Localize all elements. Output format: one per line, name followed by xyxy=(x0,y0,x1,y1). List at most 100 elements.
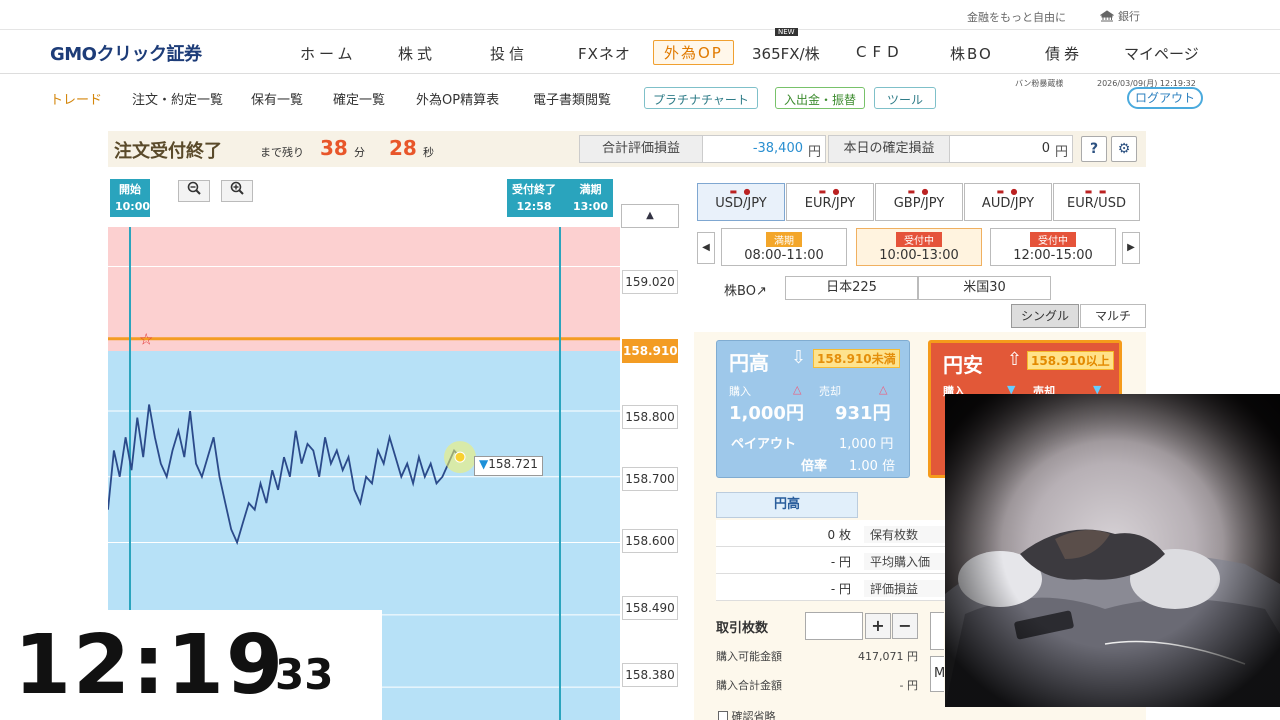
bank-link[interactable]: 銀行 xyxy=(1100,8,1140,24)
subnav-holdings[interactable]: 保有一覧 xyxy=(251,89,303,108)
pair-gbpjpy[interactable]: ▬ ● GBP/JPY xyxy=(875,183,963,221)
webcam-overlay xyxy=(945,394,1280,707)
bank-label: 銀行 xyxy=(1118,10,1140,23)
position-value: 0 枚 xyxy=(827,528,851,542)
position-row: - 円 平均購入価 xyxy=(716,547,954,574)
start-label: 開始 xyxy=(119,183,141,196)
tools-button[interactable]: ツール xyxy=(874,87,937,109)
deposit-transfer-button[interactable]: 入出金・振替 xyxy=(775,87,866,109)
position-header: 円高 xyxy=(716,492,858,518)
slot-1200[interactable]: 受付中 12:00-15:00 xyxy=(990,228,1116,266)
today-pl-label: 本日の確定損益 xyxy=(828,135,950,163)
nav-funds[interactable]: 投信 xyxy=(490,43,528,64)
minutes-unit: 分 xyxy=(354,146,365,159)
pair-usdjpy[interactable]: ▬ ● USD/JPY xyxy=(697,183,785,221)
tagline-link[interactable]: 金融をもっと自由に xyxy=(967,9,1066,25)
nav-365fx[interactable]: 365FX/株 xyxy=(752,43,820,64)
yen-high-card[interactable]: 円高 ⇩ 158.910未満 購入 △ 売却 △ 1,000円 931円 ペイア… xyxy=(716,340,910,478)
zoom-out-icon xyxy=(187,181,201,195)
subnav-documents[interactable]: 電子書類閲覧 xyxy=(533,89,611,108)
nav-home[interactable]: ホーム xyxy=(300,43,357,64)
position-label: 保有枚数 xyxy=(864,526,954,543)
price-tick: 158.700 xyxy=(622,467,678,491)
prev-slot-button[interactable]: ◀ xyxy=(697,232,715,264)
single-mode-button[interactable]: シングル xyxy=(1011,304,1079,328)
quantity-minus-button[interactable]: − xyxy=(892,613,918,639)
order-button-edge[interactable]: M xyxy=(930,656,945,692)
pair-audjpy[interactable]: ▬ ● AUD/JPY xyxy=(964,183,1052,221)
external-link-icon: ↗ xyxy=(755,284,767,299)
flags-icon: ▬ ● xyxy=(729,187,753,196)
stock-bo-link[interactable]: 株BO↗ xyxy=(724,280,767,299)
total-pl-label: 合計評価損益 xyxy=(579,135,703,163)
slot-0800[interactable]: 満期 08:00-11:00 xyxy=(721,228,847,266)
nav-stock-bo[interactable]: 株BO xyxy=(950,43,993,64)
available-amount-row: 購入可能金額 417,071 円 xyxy=(716,648,918,664)
order-status: 注文受付終了 xyxy=(114,141,222,162)
buy-label: 購入 xyxy=(729,385,751,398)
zoom-in-icon xyxy=(230,181,244,195)
pair-eurusd[interactable]: ▬ ▬ EUR/USD xyxy=(1053,183,1140,221)
close-time-tag: 受付終了 12:58 満期 13:00 xyxy=(507,179,613,217)
down-arrow-icon: ⇩ xyxy=(791,347,807,368)
multi-mode-button[interactable]: マルチ xyxy=(1080,304,1146,328)
us30-button[interactable]: 米国30 xyxy=(918,276,1051,300)
subnav-statement[interactable]: 外為OP精算表 xyxy=(416,89,499,108)
nav-fxneo[interactable]: FXネオ xyxy=(578,43,631,64)
start-time: 10:00 xyxy=(115,200,151,213)
strike-price-tick: 158.910 xyxy=(622,339,678,363)
utility-bar: 金融をもっと自由に 銀行 xyxy=(0,0,1280,30)
nikkei225-button[interactable]: 日本225 xyxy=(785,276,918,300)
skip-confirm-label: 確認省略 xyxy=(731,710,776,720)
skip-confirm-checkbox[interactable]: 確認省略 xyxy=(718,708,776,720)
pair-label: USD/JPY xyxy=(715,196,767,211)
up-arrow-icon: ⇧ xyxy=(1007,349,1023,370)
clock-seconds: 33 xyxy=(275,650,334,699)
flags-icon: ▬ ● xyxy=(996,187,1020,196)
pair-label: EUR/USD xyxy=(1067,196,1126,211)
stock-bo-label: 株BO xyxy=(724,284,756,299)
order-button-edge[interactable] xyxy=(930,612,944,650)
slot-time: 10:00-13:00 xyxy=(879,248,959,263)
zoom-in-button[interactable] xyxy=(221,180,253,202)
payout-unit: 円 xyxy=(880,437,894,452)
rate-label: 倍率 xyxy=(801,459,828,474)
nav-fx-option[interactable]: 外為OP xyxy=(653,40,734,65)
scroll-up-button[interactable]: ▲ xyxy=(621,204,679,228)
subnav-orders[interactable]: 注文・約定一覧 xyxy=(132,89,223,108)
total-amount-row: 購入合計金額 - 円 xyxy=(716,677,918,693)
nav-bonds[interactable]: 債券 xyxy=(1045,43,1083,64)
gear-icon[interactable]: ⚙ xyxy=(1111,136,1137,162)
price-tick: 159.020 xyxy=(622,270,678,294)
payout-value: 1,000 円 xyxy=(839,433,893,452)
checkbox-box[interactable] xyxy=(718,711,728,720)
slot-1000[interactable]: 受付中 10:00-13:00 xyxy=(856,228,982,266)
rate-unit: 倍 xyxy=(882,459,896,474)
help-icon[interactable]: ? xyxy=(1081,136,1107,162)
nav-mypage[interactable]: マイページ xyxy=(1124,43,1199,64)
quantity-plus-button[interactable]: + xyxy=(865,613,891,639)
next-slot-button[interactable]: ▶ xyxy=(1122,232,1140,264)
user-name: バン粉暴蔵様 xyxy=(1015,79,1064,88)
pair-eurjpy[interactable]: ▬ ● EUR/JPY xyxy=(786,183,874,221)
sell-price[interactable]: 931円 xyxy=(835,399,891,425)
today-pl-unit: 円 xyxy=(1054,145,1068,160)
logout-button[interactable]: ログアウト xyxy=(1127,87,1203,109)
card-condition: 158.910以上 xyxy=(1027,351,1114,370)
buy-price[interactable]: 1,000円 xyxy=(729,399,804,425)
zoom-out-button[interactable] xyxy=(178,180,210,202)
nav-stocks[interactable]: 株式 xyxy=(398,43,436,64)
slot-status: 満期 xyxy=(766,232,802,247)
clock-hours-minutes: 12:19 xyxy=(14,618,286,713)
logo[interactable]: GMOクリック証券 xyxy=(50,40,202,66)
subnav-settled[interactable]: 確定一覧 xyxy=(333,89,385,108)
total-pl-box: -38,400 円 xyxy=(702,135,826,163)
quantity-input[interactable] xyxy=(805,612,863,640)
nav-cfd[interactable]: CFD xyxy=(856,43,905,61)
expiry-label: 満期 xyxy=(579,183,602,196)
platinum-chart-button[interactable]: プラチナチャート xyxy=(644,87,758,109)
subnav-trade[interactable]: トレード xyxy=(50,89,102,108)
sub-nav: トレード 注文・約定一覧 保有一覧 確定一覧 外為OP精算表 電子書類閲覧 プラ… xyxy=(0,75,1280,120)
total-pl-unit: 円 xyxy=(807,145,821,160)
position-label: 平均購入価 xyxy=(864,553,954,570)
